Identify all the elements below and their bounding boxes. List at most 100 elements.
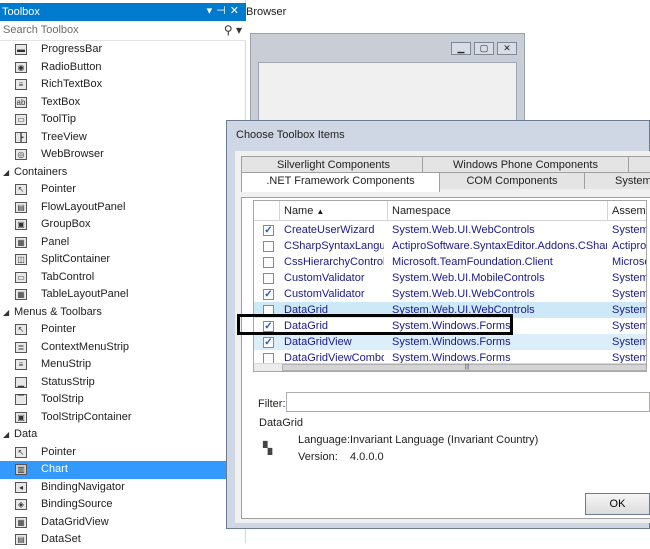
pointer-icon: ↖	[15, 446, 27, 458]
toolbox-item[interactable]: ◉ RadioButton	[0, 59, 246, 77]
row-namespace: System.Web.UI.MobileControls	[392, 272, 545, 284]
toolbox-item[interactable]: ◈ BindingSource	[0, 496, 246, 514]
row-checkbox[interactable]: ✓	[263, 337, 274, 348]
row-name: CustomValidator	[284, 288, 365, 300]
statusstrip-icon: ▁	[15, 376, 27, 388]
maximize-icon[interactable]: ▢	[474, 42, 494, 55]
toolbox-search-input[interactable]: Search Toolbox ⚲ ▾	[0, 21, 246, 41]
toolbox-item[interactable]: ▭ TabControl	[0, 269, 246, 287]
toolbox-title-bar[interactable]: Toolbox ▾⊣✕	[0, 3, 246, 21]
toolbox-item[interactable]: ↖ Pointer	[0, 181, 246, 199]
category-label: Data	[14, 428, 38, 440]
webbrowser-icon: ◎	[15, 149, 27, 160]
toolbox-category[interactable]: ◢ Data	[0, 426, 246, 444]
tab-windows-phone-components[interactable]: Windows Phone Components	[422, 156, 629, 173]
search-placeholder: Search Toolbox	[3, 24, 79, 36]
toolstrip-icon: ▔	[15, 394, 27, 405]
ok-button[interactable]: OK	[585, 493, 650, 515]
toolbox-item[interactable]: ↖ Pointer	[0, 444, 246, 462]
close-icon[interactable]: ✕	[497, 42, 517, 55]
toolbox-item[interactable]: ab TextBox	[0, 94, 246, 112]
header-name[interactable]: Name ▲	[280, 201, 388, 221]
tab-com-components[interactable]: COM Components	[439, 172, 585, 189]
toolbox-category[interactable]: ◢ Menus & Toolbars	[0, 304, 246, 322]
expander-icon[interactable]: ◢	[3, 164, 9, 181]
row-namespace: Microsoft.TeamFoundation.Client	[392, 256, 553, 268]
table-row[interactable]: ✓ CreateUserWizard System.Web.UI.WebContro…	[254, 222, 646, 238]
row-checkbox[interactable]	[263, 257, 274, 268]
row-namespace: ActiproSoftware.SyntaxEditor.Addons.CSha…	[392, 240, 607, 252]
pin-icon[interactable]: ⊣	[216, 5, 230, 17]
panel-icon: ▦	[15, 236, 27, 248]
dropdown-icon[interactable]: ▾	[207, 5, 217, 17]
toolbox-item[interactable]: ▔ ToolStrip	[0, 391, 246, 409]
toolbox-item[interactable]: ▦ DataGridView	[0, 514, 246, 532]
horizontal-scrollbar[interactable]: |||	[254, 363, 646, 371]
toolbox-item[interactable]: ▭ ToolTip	[0, 111, 246, 129]
tab-overflow[interactable]	[628, 156, 650, 173]
toolbox-item[interactable]: ▥ Chart	[0, 461, 246, 479]
tab-silverlight-components[interactable]: Silverlight Components	[241, 156, 426, 173]
toolbox-item[interactable]: ▁ StatusStrip	[0, 374, 246, 392]
row-name: CSharpSyntaxLanguag	[284, 240, 384, 252]
item-label: ToolTip	[41, 113, 77, 125]
row-checkbox[interactable]: ✓	[263, 225, 274, 236]
tab-net-framework-components[interactable]: .NET Framework Components	[241, 172, 440, 192]
row-assembly: Microsoft	[612, 256, 646, 268]
row-checkbox[interactable]	[263, 241, 274, 252]
grid-header: Name▲ Namespace Assembly	[254, 201, 646, 221]
item-label: ToolStripContainer	[41, 410, 132, 423]
toolbox-item[interactable]: ▦ TableLayoutPanel	[0, 286, 246, 304]
filter-input[interactable]	[286, 392, 650, 412]
table-row[interactable]: CustomValidator System.Web.UI.MobileContr…	[254, 270, 646, 286]
item-label: RadioButton	[41, 60, 102, 73]
richtextbox-icon: ≡	[15, 79, 27, 90]
scrollbar-thumb[interactable]: |||	[282, 364, 646, 371]
toolbox-item[interactable]: ≡ MenuStrip	[0, 356, 246, 374]
item-label: StatusStrip	[41, 375, 95, 388]
groupbox-icon: ▣	[15, 219, 27, 230]
toolbox-item[interactable]: ◂ BindingNavigator	[0, 479, 246, 497]
background-window-content	[258, 62, 517, 122]
toolbox-item[interactable]: ▤ FlowLayoutPanel	[0, 199, 246, 217]
table-row[interactable]: CssHierarchyControl Microsoft.TeamFoundat…	[254, 254, 646, 270]
row-checkbox[interactable]: ✓	[263, 289, 274, 300]
item-label: TabControl	[41, 270, 95, 283]
toolbox-item[interactable]: ┣ TreeView	[0, 129, 246, 147]
toolbox-category[interactable]: ◢ Containers	[0, 164, 246, 182]
table-row[interactable]: ✓ DataGridView System.Windows.Forms System.…	[254, 334, 646, 350]
item-label: Pointer	[41, 183, 76, 195]
header-namespace[interactable]: Namespace	[388, 201, 608, 221]
splitcontainer-icon: ◫	[15, 254, 27, 265]
item-label: GroupBox	[41, 218, 91, 230]
search-icon[interactable]: ⚲ ▾	[224, 23, 242, 37]
expander-icon[interactable]: ◢	[3, 426, 9, 443]
flowlayoutpanel-icon: ▤	[15, 201, 27, 213]
header-check-column[interactable]	[254, 201, 280, 221]
toolbox-item[interactable]: ▬ ProgressBar	[0, 41, 246, 59]
header-assembly[interactable]: Assembly	[608, 201, 646, 221]
expander-icon[interactable]: ◢	[3, 304, 9, 321]
toolbox-item[interactable]: ≡ RichTextBox	[0, 76, 246, 94]
close-icon[interactable]: ✕	[230, 5, 243, 17]
toolbox-item[interactable]: ◎ WebBrowser	[0, 146, 246, 164]
toolbox-item[interactable]: ▦ Panel	[0, 234, 246, 252]
tabcontrol-icon: ▭	[15, 271, 27, 283]
tab-system-activities[interactable]: System.A	[584, 172, 650, 189]
row-checkbox[interactable]	[263, 273, 274, 284]
toolbox-item[interactable]: ▣ ToolStripContainer	[0, 409, 246, 427]
table-row[interactable]: ✓ CustomValidator System.Web.UI.WebControl…	[254, 286, 646, 302]
bindingsource-icon: ◈	[15, 499, 27, 510]
browser-tab-label[interactable]: Browser	[246, 6, 286, 18]
toolbox-item[interactable]: ◫ SplitContainer	[0, 251, 246, 269]
toolbox-item[interactable]: ▤ DataSet	[0, 531, 246, 549]
components-grid[interactable]: Name▲ Namespace Assembly ✓ CreateUserWiza…	[253, 200, 647, 372]
category-label: Containers	[14, 165, 68, 178]
toolbox-item[interactable]: ▣ GroupBox	[0, 216, 246, 234]
minimize-icon[interactable]: ▁	[451, 42, 471, 55]
item-label: BindingSource	[41, 498, 113, 510]
table-row[interactable]: CSharpSyntaxLanguag ActiproSoftware.Synta…	[254, 238, 646, 254]
toolbox-item[interactable]: ↖ Pointer	[0, 321, 246, 339]
toolbox-item[interactable]: ≣ ContextMenuStrip	[0, 339, 246, 357]
item-label: TreeView	[41, 130, 87, 143]
